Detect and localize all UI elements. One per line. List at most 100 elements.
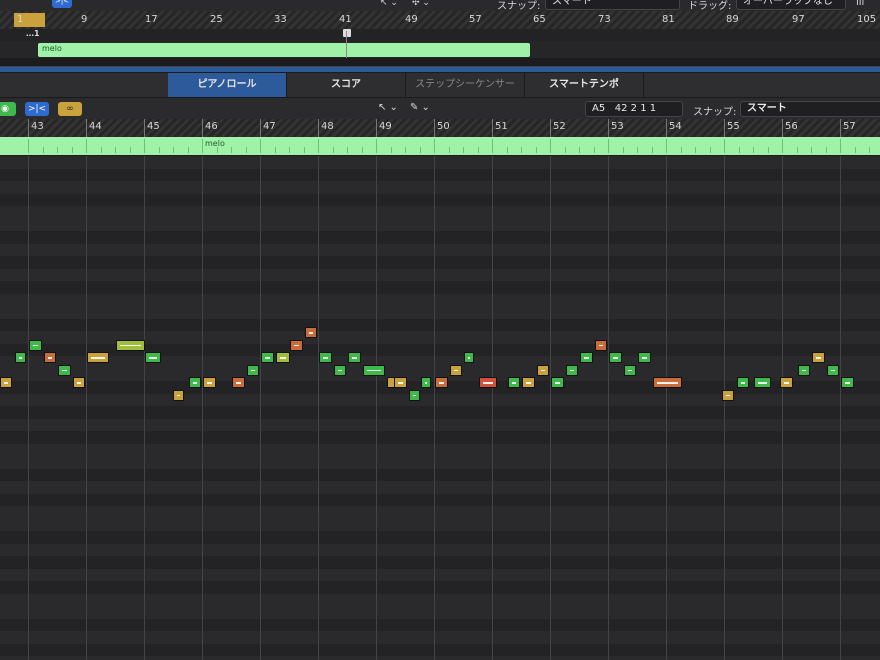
midi-note[interactable] <box>826 364 840 376</box>
tab-smart-tempo[interactable]: スマートテンポ <box>525 73 644 97</box>
midi-note[interactable] <box>319 352 332 363</box>
region-tick <box>608 139 609 153</box>
bar-number: 46 <box>205 121 218 132</box>
arrange-ruler-number: 81 <box>662 14 675 25</box>
midi-note[interactable] <box>536 364 550 376</box>
midi-note[interactable] <box>551 377 564 388</box>
midi-note[interactable] <box>507 377 521 388</box>
midi-note[interactable] <box>565 364 579 376</box>
pointer-tool-icon[interactable]: ↖ ⌄ <box>380 0 398 8</box>
region-tick <box>274 147 276 153</box>
drag-select[interactable]: オーバーラップなし <box>736 0 846 10</box>
midi-note[interactable] <box>652 377 682 388</box>
midi-note[interactable] <box>116 339 145 351</box>
editor-divider[interactable] <box>0 66 880 72</box>
midi-note[interactable] <box>449 364 463 376</box>
bar-tick <box>492 119 493 137</box>
key-lane <box>0 643 880 657</box>
key-lane <box>0 556 880 570</box>
midi-note[interactable] <box>14 352 27 363</box>
region-tick <box>57 147 58 153</box>
midi-note[interactable] <box>348 352 361 363</box>
secondary-tool-icon[interactable]: ✣ ⌄ <box>412 0 430 8</box>
region-tick <box>405 147 406 153</box>
midi-note[interactable] <box>609 352 622 363</box>
pencil-tool-icon[interactable]: ✎ ⌄ <box>410 102 430 113</box>
bar-tick <box>782 119 783 137</box>
link-icon[interactable]: ∞ <box>58 102 82 116</box>
midi-note[interactable] <box>435 377 448 388</box>
midi-note[interactable] <box>188 377 202 388</box>
midi-note[interactable] <box>43 352 57 363</box>
midi-note[interactable] <box>638 352 651 363</box>
key-lane <box>0 193 880 207</box>
midi-note[interactable] <box>275 352 290 363</box>
midi-note[interactable] <box>478 377 498 388</box>
midi-note[interactable] <box>594 339 608 351</box>
midi-note[interactable] <box>623 364 637 376</box>
midi-note[interactable] <box>420 377 431 388</box>
playhead-line <box>346 31 347 58</box>
region-tick <box>637 147 638 153</box>
playhead-icon[interactable] <box>343 29 351 37</box>
bar-tick <box>202 119 203 137</box>
midi-note[interactable] <box>812 352 825 363</box>
midi-note[interactable] <box>464 352 475 363</box>
midi-note[interactable] <box>333 364 347 376</box>
region-tick <box>666 139 667 153</box>
snap-select[interactable]: スマート <box>545 0 680 10</box>
midi-note[interactable] <box>722 389 734 401</box>
midi-note[interactable] <box>72 377 86 388</box>
midi-note[interactable] <box>736 377 750 388</box>
editor-snap-select[interactable]: スマート <box>740 101 880 117</box>
midi-note[interactable] <box>408 389 421 401</box>
midi-note[interactable] <box>246 364 260 376</box>
midi-note[interactable] <box>841 377 854 388</box>
arrange-region[interactable]: melo <box>38 43 530 57</box>
bar-number: 56 <box>785 121 798 132</box>
bar-number: 45 <box>147 121 160 132</box>
midi-note[interactable] <box>797 364 811 376</box>
midi-note[interactable] <box>522 377 535 388</box>
midi-note[interactable] <box>362 364 385 376</box>
midi-note[interactable] <box>172 389 185 401</box>
region-tick <box>869 147 870 153</box>
tab-piano-roll[interactable]: ピアノロール <box>168 73 287 97</box>
midi-note[interactable] <box>394 377 408 388</box>
midi-note[interactable] <box>58 364 71 376</box>
key-lane <box>0 256 880 270</box>
midi-note[interactable] <box>290 339 303 351</box>
region-tick <box>521 147 522 153</box>
region-tick <box>216 147 218 153</box>
midi-note[interactable] <box>304 327 318 338</box>
midi-note[interactable] <box>754 377 772 388</box>
region-header[interactable]: melo <box>0 137 880 155</box>
waveform-icon[interactable]: ılı <box>856 0 864 8</box>
key-lane <box>0 568 880 582</box>
midi-note[interactable] <box>580 352 593 363</box>
midi-note[interactable] <box>780 377 793 388</box>
tab-step-sequencer[interactable]: ステップシーケンサー <box>406 73 525 97</box>
arrange-track-lane: melo <box>0 31 880 58</box>
bar-number: 49 <box>379 121 392 132</box>
arrange-ruler[interactable]: 1 9 17 25 33 41 49 57 65 73 81 89 97 105 <box>0 11 880 30</box>
midi-note[interactable] <box>261 352 274 363</box>
ruler-background <box>0 11 880 29</box>
piano-roll-grid[interactable] <box>0 156 880 660</box>
midi-note[interactable] <box>0 377 12 388</box>
bar-gridline <box>550 156 551 660</box>
midi-note[interactable] <box>29 339 42 351</box>
midi-note[interactable] <box>232 377 245 388</box>
bar-ruler[interactable]: 43 44 45 46 47 48 49 50 51 52 53 54 55 56 57 <box>0 119 880 137</box>
pointer-tool-icon[interactable]: ↖ ⌄ <box>378 102 398 113</box>
midi-in-button[interactable]: ◉ <box>0 102 16 116</box>
midi-note[interactable] <box>87 352 110 363</box>
position-field[interactable]: A5 42 2 1 1 <box>585 101 683 117</box>
catch-button[interactable]: >|< <box>52 0 72 8</box>
bar-tick <box>376 119 377 137</box>
midi-note[interactable] <box>145 352 162 363</box>
catch-playhead-button[interactable]: >|< <box>25 102 49 116</box>
midi-note[interactable] <box>203 377 216 388</box>
region-tick <box>535 147 537 153</box>
tab-score[interactable]: スコア <box>287 73 406 97</box>
